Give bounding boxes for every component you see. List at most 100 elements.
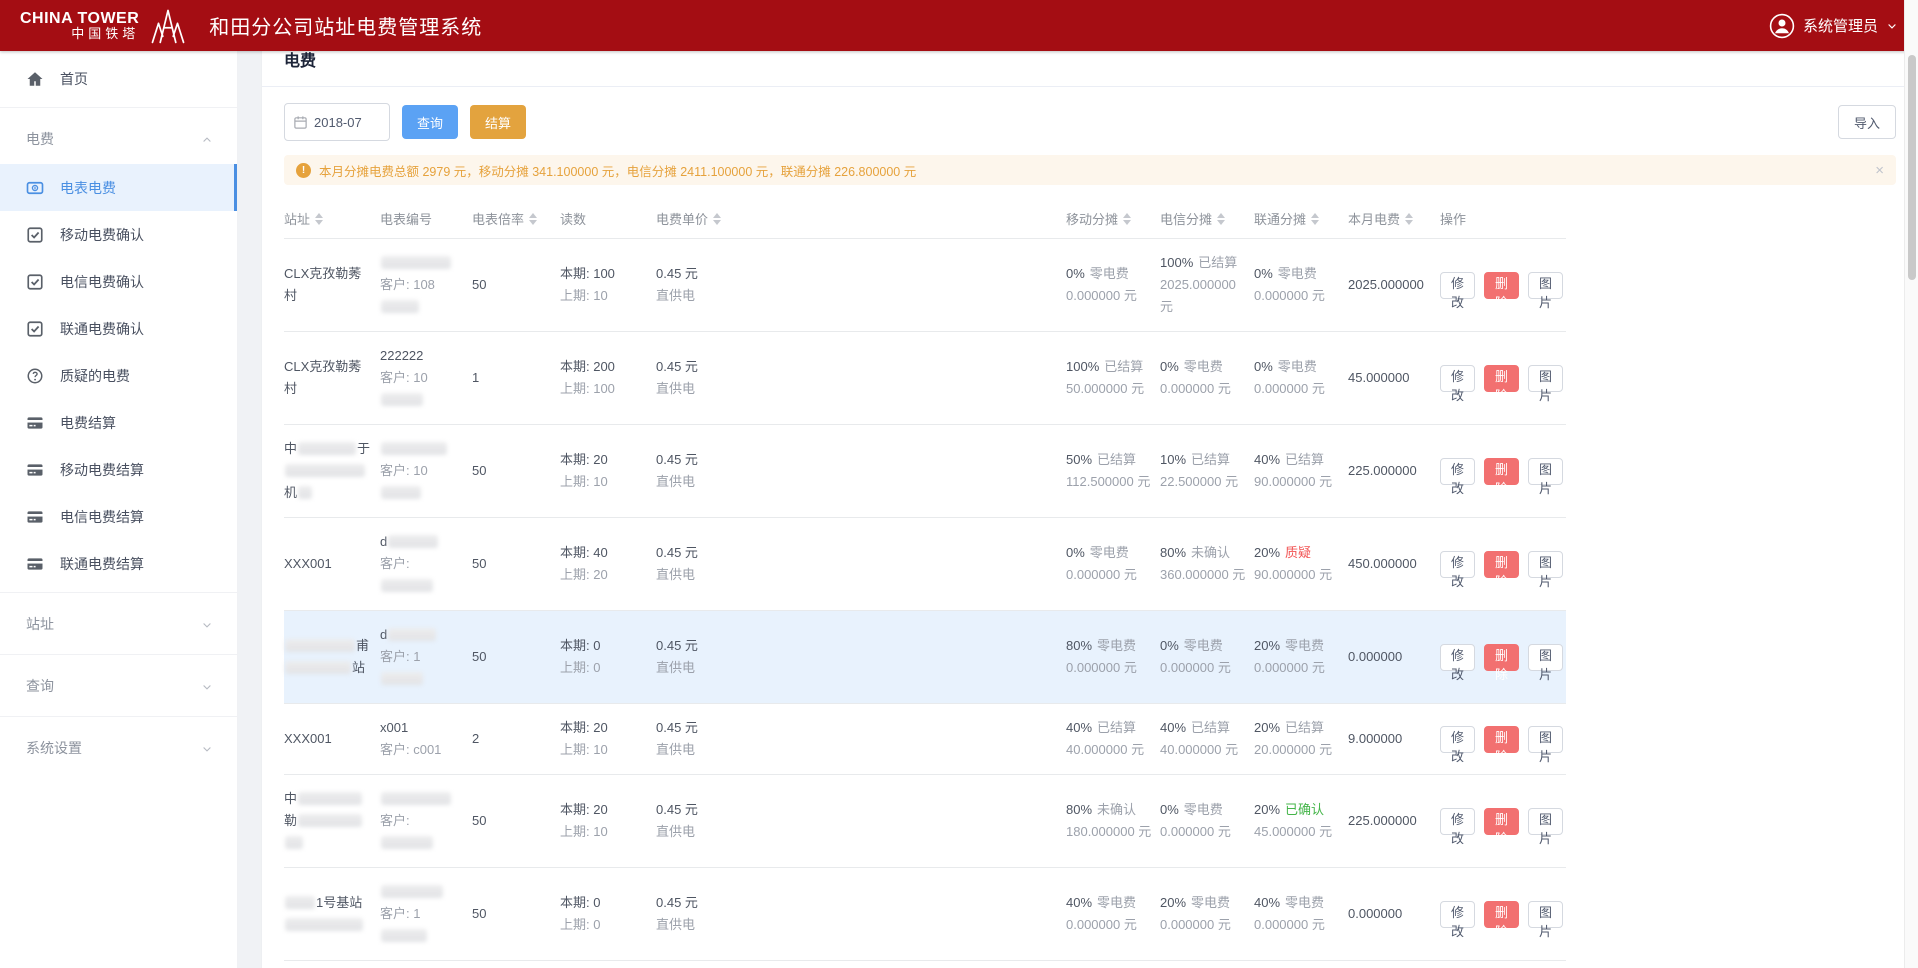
table-header-row: 站址电表编号电表倍率读数电费单价移动分摊电信分摊联通分摊本月电费操作 (284, 199, 1566, 239)
redacted-text (381, 486, 421, 499)
sidebar-item-10[interactable]: 电信电费结算 (0, 493, 237, 540)
cell-line: 本期: 0 (560, 635, 648, 657)
sidebar-item-4[interactable]: 移动电费确认 (0, 211, 237, 258)
page-app-title: 和田分公司站址电费管理系统 (209, 11, 482, 40)
sidebar-section-15[interactable]: 查询 (0, 660, 237, 711)
price-cell: 0.45 元直供电 (656, 635, 1066, 679)
image-button[interactable]: 图片 (1528, 551, 1563, 578)
cell-text: 本期: 0 (560, 638, 600, 653)
cell-line: 客户: 108 (380, 274, 464, 318)
sidebar-item-0[interactable]: 首页 (0, 55, 237, 102)
delete-button[interactable]: 删除 (1484, 365, 1519, 392)
month-fee-cell: 45.000000 (1348, 367, 1440, 389)
delete-button[interactable]: 删除 (1484, 551, 1519, 578)
sidebar-item-7[interactable]: 质疑的电费 (0, 352, 237, 399)
settle-button[interactable]: 结算 (470, 105, 526, 139)
import-button[interactable]: 导入 (1838, 105, 1896, 139)
share-line: 80%零电费 (1066, 635, 1152, 657)
sort-caret-icon (1123, 213, 1131, 225)
cell-line: 0.45 元 (656, 356, 1058, 378)
month-picker-input[interactable]: 2018-07 (284, 103, 390, 141)
sidebar-item-9[interactable]: 移动电费结算 (0, 446, 237, 493)
column-header-label: 读数 (560, 209, 586, 228)
share-amount: 0.000000 元 (1160, 378, 1246, 400)
delete-button[interactable]: 删除 (1484, 644, 1519, 671)
user-menu[interactable]: 系统管理员 (1769, 13, 1898, 39)
delete-button[interactable]: 删除 (1484, 808, 1519, 835)
alert-close-icon[interactable]: × (1875, 163, 1884, 178)
delete-button[interactable]: 删除 (1484, 901, 1519, 928)
cell-text: 1号基站 (316, 895, 362, 910)
delete-button[interactable]: 删除 (1484, 458, 1519, 485)
table-row: CLX克孜勒莠村客户: 10850本期: 100上期: 100.45 元直供电0… (284, 239, 1566, 332)
sidebar-item-label: 电表电费 (60, 178, 116, 198)
image-button[interactable]: 图片 (1528, 272, 1563, 299)
chevron-up-icon (201, 133, 213, 145)
sidebar-section-17[interactable]: 系统设置 (0, 722, 237, 773)
column-header-7[interactable]: 联通分摊 (1254, 209, 1348, 228)
image-button[interactable]: 图片 (1528, 365, 1563, 392)
share-amount: 0.000000 元 (1254, 285, 1340, 307)
sidebar-item-8[interactable]: 电费结算 (0, 399, 237, 446)
edit-button[interactable]: 修改 (1440, 551, 1475, 578)
column-header-0[interactable]: 站址 (284, 209, 380, 228)
vertical-scrollbar[interactable] (1904, 0, 1918, 968)
edit-button[interactable]: 修改 (1440, 644, 1475, 671)
cell-line: 本期: 20 (560, 799, 648, 821)
share-amount: 0.000000 元 (1160, 914, 1246, 936)
share-percent: 50% (1066, 452, 1092, 467)
edit-button[interactable]: 修改 (1440, 808, 1475, 835)
image-button[interactable]: 图片 (1528, 458, 1563, 485)
sidebar-item-label: 电信电费结算 (60, 507, 144, 527)
image-button[interactable]: 图片 (1528, 808, 1563, 835)
cell-line: 直供电 (656, 285, 1058, 307)
share-amount: 112.500000 元 (1066, 471, 1152, 493)
share-line: 100%已结算 (1066, 356, 1152, 378)
sidebar-section-2[interactable]: 电费 (0, 113, 237, 164)
redacted-text (285, 464, 365, 477)
share-percent: 0% (1066, 266, 1085, 281)
sidebar-item-3[interactable]: 电表电费 (0, 164, 237, 211)
delete-button[interactable]: 删除 (1484, 272, 1519, 299)
telecom-share-cell: 0%零电费0.000000 元 (1160, 799, 1254, 843)
redacted-text (388, 535, 438, 548)
cell-line: 上期: 0 (560, 657, 648, 679)
sidebar-item-5[interactable]: 电信电费确认 (0, 258, 237, 305)
column-header-2[interactable]: 电表倍率 (472, 209, 560, 228)
redacted-text (298, 486, 312, 499)
column-header-6[interactable]: 电信分摊 (1160, 209, 1254, 228)
column-header-4[interactable]: 电费单价 (656, 209, 1066, 228)
search-button[interactable]: 查询 (402, 105, 458, 139)
scrollbar-thumb[interactable] (1908, 55, 1916, 280)
sidebar-item-6[interactable]: 联通电费确认 (0, 305, 237, 352)
cell-text: 客户: (380, 556, 410, 571)
sidebar-item-label: 联通电费结算 (60, 554, 144, 574)
cell-text: 上期: 100 (560, 381, 615, 396)
column-header-label: 本月电费 (1348, 209, 1400, 228)
image-button[interactable]: 图片 (1528, 726, 1563, 753)
sidebar-section-13[interactable]: 站址 (0, 598, 237, 649)
money-icon (26, 179, 44, 197)
share-percent: 10% (1160, 452, 1186, 467)
edit-button[interactable]: 修改 (1440, 272, 1475, 299)
cell-text: 直供电 (656, 474, 695, 489)
image-button[interactable]: 图片 (1528, 901, 1563, 928)
ratio-cell: 1 (472, 367, 560, 389)
image-button[interactable]: 图片 (1528, 644, 1563, 671)
sidebar-item-11[interactable]: 联通电费结算 (0, 540, 237, 587)
edit-button[interactable]: 修改 (1440, 726, 1475, 753)
site-cell: XXX001 (284, 553, 380, 575)
cell-text: 直供电 (656, 824, 695, 839)
delete-button[interactable]: 删除 (1484, 726, 1519, 753)
edit-button[interactable]: 修改 (1440, 901, 1475, 928)
reading-cell: 本期: 20上期: 10 (560, 449, 656, 493)
cell-text: 0.45 元 (656, 359, 698, 374)
share-line: 0%零电费 (1254, 263, 1340, 285)
share-amount: 45.000000 元 (1254, 821, 1340, 843)
cell-text: 0.45 元 (656, 720, 698, 735)
cell-text: 上期: 10 (560, 474, 608, 489)
column-header-5[interactable]: 移动分摊 (1066, 209, 1160, 228)
column-header-8[interactable]: 本月电费 (1348, 209, 1440, 228)
edit-button[interactable]: 修改 (1440, 458, 1475, 485)
edit-button[interactable]: 修改 (1440, 365, 1475, 392)
